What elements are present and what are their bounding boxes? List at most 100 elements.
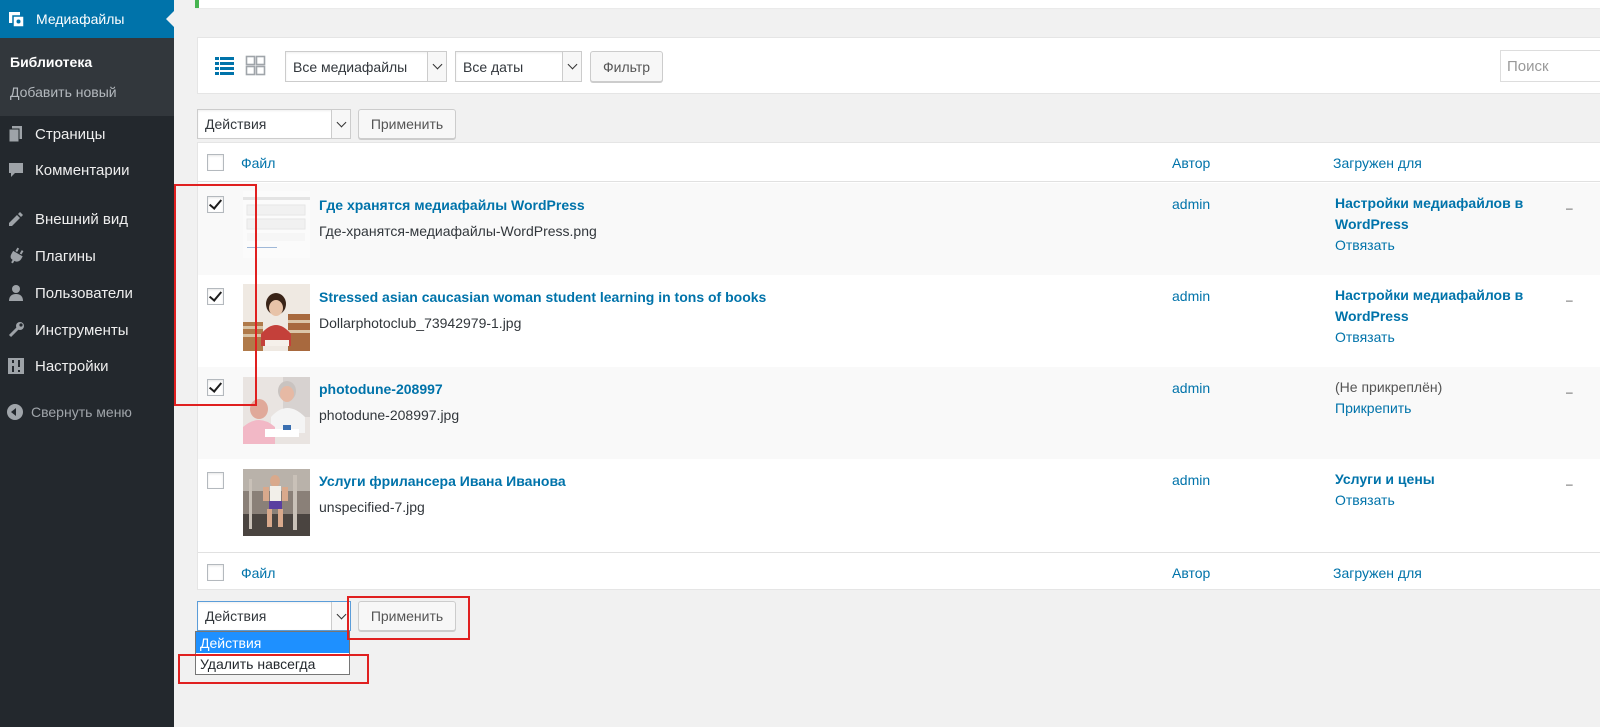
row-checkbox[interactable] [207, 472, 224, 489]
admin-sidebar: Медиафайлы Библиотека Добавить новый Стр… [0, 0, 174, 727]
settings-icon [6, 356, 26, 376]
not-attached-text: (Не прикреплён) [1335, 379, 1443, 395]
row-edge-marker: – [1566, 293, 1573, 307]
filter-button[interactable]: Фильтр [590, 51, 663, 82]
media-table: Файл Автор Загружен для Где хранятся мед… [197, 142, 1600, 590]
bulk-action-dropdown: Действия Удалить навсегда [195, 631, 350, 675]
author-link[interactable]: admin [1172, 196, 1210, 212]
detach-link[interactable]: Отвязать [1335, 490, 1535, 511]
menu-media-label: Медиафайлы [36, 11, 125, 27]
row-edge-marker: – [1566, 201, 1573, 215]
media-filename: unspecified-7.jpg [319, 499, 425, 515]
attached-to-cell: Услуги и цены Отвязать [1335, 469, 1535, 511]
table-row: Stressed asian caucasian woman student l… [198, 275, 1600, 367]
attached-post-link[interactable]: Услуги и цены [1335, 469, 1535, 490]
table-footer: Файл Автор Загружен для [198, 552, 1600, 591]
option-actions[interactable]: Действия [196, 632, 349, 653]
row-checkbox[interactable] [207, 196, 224, 213]
media-filename: photodune-208997.jpg [319, 407, 460, 423]
column-uploaded-to[interactable]: Загружен для [1333, 155, 1422, 171]
comments-icon [6, 160, 26, 180]
search-input[interactable]: Поиск [1500, 50, 1600, 82]
attached-to-cell: (Не прикреплён) Прикрепить [1335, 377, 1535, 419]
sidebar-item-label: Комментарии [35, 161, 130, 179]
author-link[interactable]: admin [1172, 380, 1210, 396]
appearance-icon [6, 209, 26, 229]
sidebar-item-label: Страницы [35, 125, 106, 143]
users-icon [6, 283, 26, 303]
sidebar-item-pages[interactable]: Страницы [0, 117, 174, 151]
chevron-down-icon [331, 602, 350, 630]
collapse-arrow-icon [7, 404, 23, 420]
tools-icon [6, 320, 26, 340]
sidebar-item-comments[interactable]: Комментарии [0, 153, 174, 187]
column-author[interactable]: Автор [1172, 155, 1210, 171]
bulk-action-value: Действия [205, 608, 267, 624]
bulk-action-select-top[interactable]: Действия [197, 109, 351, 139]
chevron-down-icon [427, 52, 446, 81]
table-row: Услуги фрилансера Ивана Иванова unspecif… [198, 459, 1600, 551]
media-title-link[interactable]: photodune-208997 [319, 381, 443, 397]
table-header: Файл Автор Загружен для [198, 143, 1600, 182]
row-edge-marker: – [1566, 477, 1573, 491]
attached-post-link[interactable]: Настройки медиафайлов в WordPress [1335, 285, 1535, 327]
attached-to-cell: Настройки медиафайлов в WordPress Отвяза… [1335, 285, 1535, 348]
thumbnail-screenshot[interactable] [243, 191, 310, 258]
sidebar-item-users[interactable]: Пользователи [0, 276, 174, 310]
author-link[interactable]: admin [1172, 472, 1210, 488]
thumbnail-photo-athlete[interactable] [243, 469, 310, 536]
column-file[interactable]: Файл [241, 155, 275, 171]
submenu-library[interactable]: Библиотека [10, 54, 92, 70]
grid-view-icon[interactable] [245, 55, 266, 76]
row-checkbox[interactable] [207, 379, 224, 396]
media-filename: Где-хранятся-медиафайлы-WordPress.png [319, 223, 597, 239]
option-delete-permanently[interactable]: Удалить навсегда [196, 653, 349, 674]
select-all-checkbox-bottom[interactable] [207, 564, 224, 581]
sidebar-item-label: Плагины [35, 247, 96, 265]
sidebar-item-label: Настройки [35, 357, 109, 375]
column-uploaded-to[interactable]: Загружен для [1333, 565, 1422, 581]
attached-post-link[interactable]: Настройки медиафайлов в WordPress [1335, 193, 1535, 235]
sidebar-item-appearance[interactable]: Внешний вид [0, 202, 174, 236]
media-icon [6, 8, 28, 30]
date-value: Все даты [463, 58, 524, 75]
submenu-add-new[interactable]: Добавить новый [10, 84, 117, 100]
top-notice [195, 0, 1600, 8]
media-type-value: Все медиафайлы [293, 58, 408, 75]
detach-link[interactable]: Отвязать [1335, 327, 1535, 348]
sidebar-item-label: Пользователи [35, 284, 133, 302]
media-title-link[interactable]: Услуги фрилансера Ивана Иванова [319, 473, 566, 489]
row-checkbox[interactable] [207, 288, 224, 305]
media-title-link[interactable]: Где хранятся медиафайлы WordPress [319, 197, 585, 213]
plugins-icon [6, 246, 26, 266]
chevron-down-icon [562, 52, 581, 81]
media-filename: Dollarphotoclub_73942979-1.jpg [319, 315, 522, 331]
sidebar-item-label: Внешний вид [35, 210, 128, 228]
media-submenu: Библиотека Добавить новый [0, 38, 174, 116]
collapse-menu-button[interactable]: Свернуть меню [0, 395, 174, 429]
menu-media[interactable]: Медиафайлы [0, 0, 174, 38]
sidebar-item-settings[interactable]: Настройки [0, 349, 174, 383]
author-link[interactable]: admin [1172, 288, 1210, 304]
sidebar-item-plugins[interactable]: Плагины [0, 239, 174, 273]
bulk-action-select-bottom[interactable]: Действия [197, 601, 351, 631]
column-author[interactable]: Автор [1172, 565, 1210, 581]
list-view-icon[interactable] [214, 55, 235, 76]
attach-link[interactable]: Прикрепить [1335, 398, 1535, 419]
media-type-select[interactable]: Все медиафайлы [285, 51, 447, 82]
media-filter-bar: Все медиафайлы Все даты Фильтр Поиск [197, 37, 1600, 94]
column-file[interactable]: Файл [241, 565, 275, 581]
detach-link[interactable]: Отвязать [1335, 235, 1535, 256]
apply-button-top[interactable]: Применить [358, 109, 456, 139]
thumbnail-photo-student[interactable] [243, 284, 310, 351]
select-all-checkbox[interactable] [207, 154, 224, 171]
apply-button-bottom[interactable]: Применить [358, 601, 456, 631]
chevron-down-icon [331, 110, 350, 138]
collapse-menu-label: Свернуть меню [31, 404, 132, 420]
date-select[interactable]: Все даты [455, 51, 582, 82]
bulk-action-value: Действия [205, 116, 267, 132]
sidebar-item-tools[interactable]: Инструменты [0, 313, 174, 347]
table-row: Где хранятся медиафайлы WordPress Где-хр… [198, 183, 1600, 275]
media-title-link[interactable]: Stressed asian caucasian woman student l… [319, 289, 766, 305]
thumbnail-photo-doctor[interactable] [243, 377, 310, 444]
